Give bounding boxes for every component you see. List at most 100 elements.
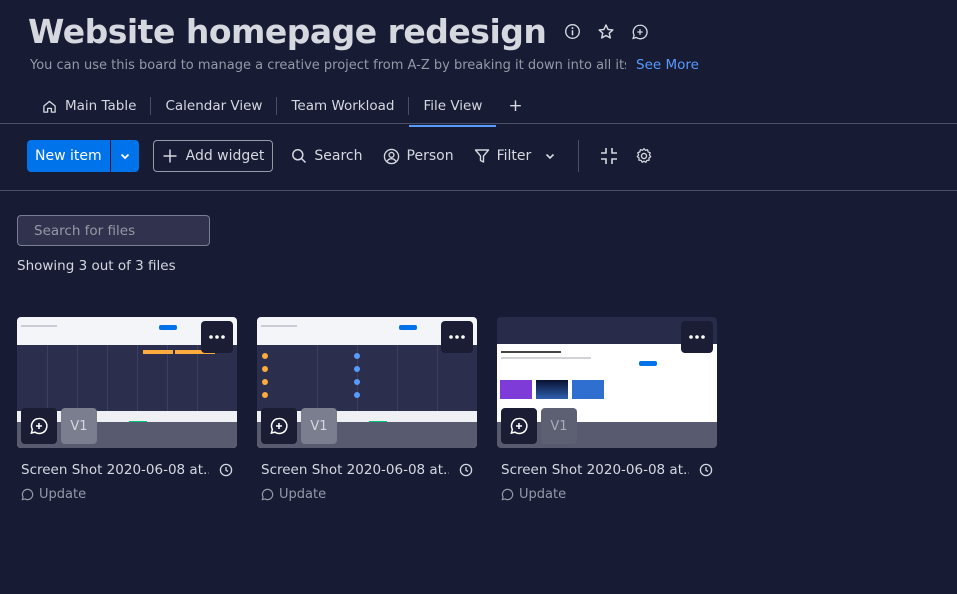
see-more-link[interactable]: See More bbox=[636, 57, 699, 73]
thumbnail-grid bbox=[77, 345, 78, 411]
version-badge[interactable]: V1 bbox=[541, 408, 577, 444]
file-name-row: Screen Shot 2020-06-08 at... bbox=[501, 462, 713, 478]
add-view-button[interactable]: + bbox=[496, 96, 534, 116]
file-card[interactable]: V1 Screen Shot 2020-06-08 at... Update bbox=[497, 317, 717, 502]
person-icon bbox=[383, 148, 399, 164]
thumbnail-grid bbox=[137, 345, 138, 411]
thumbnail-file-image bbox=[536, 380, 568, 399]
toolbar-divider bbox=[578, 140, 580, 172]
tab-main-table[interactable]: Main Table bbox=[28, 91, 150, 121]
more-horizontal-icon bbox=[689, 335, 705, 339]
add-update-button[interactable] bbox=[261, 408, 297, 444]
filter-button[interactable]: Filter bbox=[464, 140, 567, 172]
thumbnail-button bbox=[399, 325, 417, 330]
thumbnail-dot bbox=[354, 392, 360, 398]
chat-add-icon[interactable] bbox=[630, 22, 650, 42]
add-widget-button[interactable]: Add widget bbox=[152, 140, 274, 172]
gear-icon bbox=[636, 147, 652, 164]
tab-label: Main Table bbox=[65, 98, 137, 114]
thumbnail-file-purple bbox=[500, 380, 532, 399]
thumbnail-button bbox=[159, 325, 177, 330]
clock-icon[interactable] bbox=[219, 463, 233, 477]
thumbnail-grid bbox=[197, 345, 198, 411]
add-update-button[interactable] bbox=[21, 408, 57, 444]
thumbnail-title-line bbox=[501, 351, 561, 353]
thumbnail-event bbox=[143, 350, 173, 354]
new-item-button[interactable]: New item bbox=[27, 140, 111, 172]
file-card[interactable]: V1 Screen Shot 2020-06-08 at... Update bbox=[257, 317, 477, 502]
version-badge[interactable]: V1 bbox=[61, 408, 97, 444]
update-link[interactable]: Update bbox=[261, 487, 477, 502]
add-update-button[interactable] bbox=[501, 408, 537, 444]
view-tabs: Main Table Calendar View Team Workload F… bbox=[28, 88, 535, 127]
tab-file-view[interactable]: File View bbox=[409, 91, 497, 127]
file-name[interactable]: Screen Shot 2020-06-08 at... bbox=[261, 462, 449, 478]
files-count-text: Showing 3 out of 3 files bbox=[17, 258, 176, 274]
file-card[interactable]: V1 Screen Shot 2020-06-08 at... Update bbox=[17, 317, 237, 502]
file-name[interactable]: Screen Shot 2020-06-08 at... bbox=[501, 462, 689, 478]
file-search-input[interactable] bbox=[34, 222, 205, 239]
thumbnail-calendar bbox=[17, 345, 237, 411]
thumbnail-workload bbox=[257, 345, 477, 411]
chevron-down-icon bbox=[546, 153, 555, 160]
update-label: Update bbox=[279, 487, 327, 502]
thumbnail-dot bbox=[354, 366, 360, 372]
thumbnail-line bbox=[501, 357, 591, 359]
board-title[interactable]: Website homepage redesign bbox=[28, 12, 547, 51]
more-options-button[interactable] bbox=[441, 321, 473, 353]
file-name[interactable]: Screen Shot 2020-06-08 at... bbox=[21, 462, 209, 478]
more-horizontal-icon bbox=[449, 335, 465, 339]
thumbnail-button bbox=[639, 361, 657, 366]
plus-icon bbox=[163, 149, 177, 163]
chat-add-icon bbox=[30, 417, 48, 435]
chat-add-icon bbox=[270, 417, 288, 435]
collapse-button[interactable] bbox=[591, 140, 627, 172]
thumbnail-grid bbox=[437, 345, 438, 411]
update-label: Update bbox=[519, 487, 567, 502]
filter-icon bbox=[474, 149, 489, 163]
thumbnail-grid bbox=[167, 345, 168, 411]
thumbnail-avatar bbox=[262, 392, 268, 398]
update-link[interactable]: Update bbox=[501, 487, 717, 502]
chevron-down-icon bbox=[120, 153, 129, 160]
board-description: You can use this board to manage a creat… bbox=[30, 57, 626, 73]
info-icon[interactable] bbox=[562, 22, 582, 42]
file-thumbnail[interactable]: V1 bbox=[17, 317, 237, 448]
board-header: Website homepage redesign bbox=[28, 12, 650, 51]
tab-label: File View bbox=[423, 98, 483, 114]
clock-icon[interactable] bbox=[459, 463, 473, 477]
new-item-dropdown-button[interactable] bbox=[111, 140, 139, 172]
filter-label: Filter bbox=[496, 148, 532, 164]
file-thumbnail[interactable]: V1 bbox=[257, 317, 477, 448]
update-link[interactable]: Update bbox=[21, 487, 237, 502]
file-name-row: Screen Shot 2020-06-08 at... bbox=[21, 462, 233, 478]
file-search-box bbox=[17, 215, 210, 246]
board-description-row: You can use this board to manage a creat… bbox=[30, 57, 699, 73]
tab-calendar-view[interactable]: Calendar View bbox=[151, 91, 276, 121]
thumbnail-grid bbox=[317, 345, 318, 411]
tab-team-workload[interactable]: Team Workload bbox=[277, 91, 408, 121]
settings-button[interactable] bbox=[627, 140, 661, 172]
thumbnail-avatar bbox=[262, 353, 268, 359]
search-icon bbox=[292, 149, 307, 164]
thumbnail-avatar bbox=[262, 366, 268, 372]
person-label: Person bbox=[406, 148, 454, 164]
chat-add-icon bbox=[510, 417, 528, 435]
thumbnail-line bbox=[261, 325, 297, 327]
person-filter-button[interactable]: Person bbox=[373, 140, 464, 172]
more-options-button[interactable] bbox=[201, 321, 233, 353]
thumbnail-line bbox=[21, 325, 57, 327]
new-item-button-group: New item bbox=[27, 140, 139, 172]
toolbar: New item Add widget Search Person Filter bbox=[27, 140, 661, 172]
chat-icon bbox=[21, 488, 34, 501]
thumbnail-grid bbox=[107, 345, 108, 411]
version-badge[interactable]: V1 bbox=[301, 408, 337, 444]
file-thumbnail[interactable]: V1 bbox=[497, 317, 717, 448]
search-button[interactable]: Search bbox=[281, 140, 372, 172]
more-options-button[interactable] bbox=[681, 321, 713, 353]
clock-icon[interactable] bbox=[699, 463, 713, 477]
star-icon[interactable] bbox=[596, 22, 616, 42]
chat-icon bbox=[261, 488, 274, 501]
collapse-icon bbox=[601, 148, 618, 164]
add-widget-label: Add widget bbox=[185, 148, 265, 164]
